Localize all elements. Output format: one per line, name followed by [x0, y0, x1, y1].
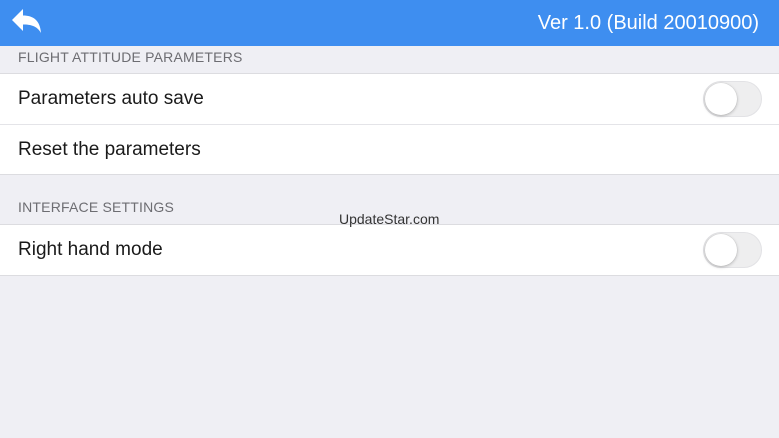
row-label: Parameters auto save: [18, 88, 204, 109]
section-header-interface-settings: INTERFACE SETTINGS: [18, 199, 175, 215]
row-label: Right hand mode: [18, 239, 163, 260]
back-arrow-icon: [12, 9, 41, 33]
back-button[interactable]: [8, 6, 48, 40]
interface-settings-group: Right hand mode: [0, 224, 779, 276]
flight-attitude-group: Parameters auto save Reset the parameter…: [0, 73, 779, 175]
section-header-flight-attitude: FLIGHT ATTITUDE PARAMETERS: [18, 49, 243, 65]
row-label: Reset the parameters: [18, 138, 201, 160]
right-hand-mode-toggle[interactable]: [703, 232, 762, 268]
watermark-text: UpdateStar.com: [339, 211, 440, 227]
row-reset-parameters[interactable]: Reset the parameters: [0, 124, 779, 174]
toggle-knob: [705, 234, 737, 266]
row-parameters-auto-save[interactable]: Parameters auto save: [0, 74, 779, 124]
toggle-knob: [705, 83, 737, 115]
parameters-auto-save-toggle[interactable]: [703, 81, 762, 117]
top-bar: Ver 1.0 (Build 20010900): [0, 0, 779, 46]
row-right-hand-mode[interactable]: Right hand mode: [0, 225, 779, 275]
version-label: Ver 1.0 (Build 20010900): [537, 12, 759, 34]
